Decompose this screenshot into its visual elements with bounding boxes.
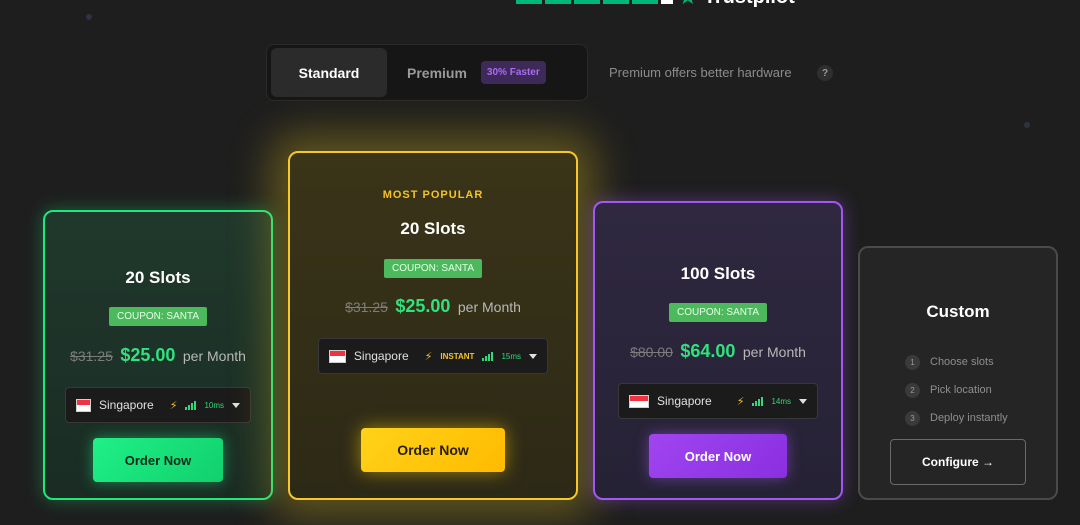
- custom-plan-title: Custom: [926, 302, 990, 321]
- background-dot: [86, 14, 92, 20]
- billing-period: per Month: [457, 299, 521, 315]
- plan-slots: 100 Slots: [680, 264, 756, 283]
- ping-value: 15ms: [501, 351, 521, 361]
- original-price: $80.00: [630, 344, 673, 360]
- discounted-price: $25.00: [395, 296, 451, 316]
- chevron-down-icon: [232, 402, 240, 408]
- plan-price: $31.25 $25.00 per Month: [290, 296, 576, 317]
- step-item: 1 Choose slots: [905, 348, 1008, 376]
- ping-value: 10ms: [204, 400, 224, 410]
- bolt-icon: ⚡: [736, 395, 745, 408]
- step-item: 3 Deploy instantly: [905, 404, 1008, 432]
- plan-card-100-slots: 100 Slots COUPON: SANTA $80.00 $64.00 pe…: [593, 201, 843, 500]
- plan-card-custom: Custom 1 Choose slots 2 Pick location 3 …: [858, 246, 1058, 500]
- step-item: 2 Pick location: [905, 376, 1008, 404]
- step-number: 2: [905, 382, 920, 398]
- original-price: $31.25: [70, 348, 113, 364]
- star-icon: [661, 0, 673, 4]
- signal-icon: [752, 396, 764, 406]
- bolt-icon: ⚡: [424, 350, 433, 363]
- location-name: Singapore: [657, 394, 712, 408]
- trustpilot-logo[interactable]: ★ Trustpilot: [678, 0, 795, 8]
- step-text: Deploy instantly: [930, 412, 1008, 424]
- location-select[interactable]: Singapore ⚡ INSTANT 15ms: [318, 338, 548, 374]
- instant-label: INSTANT: [440, 351, 475, 361]
- chevron-down-icon: [799, 398, 807, 404]
- original-price: $31.25: [345, 299, 388, 315]
- billing-period: per Month: [182, 348, 246, 364]
- singapore-flag-icon: [329, 349, 346, 363]
- step-number: 1: [905, 354, 920, 370]
- order-now-button[interactable]: Order Now: [649, 434, 787, 478]
- tab-standard[interactable]: Standard: [271, 48, 387, 97]
- star-icon: [574, 0, 600, 4]
- configure-button[interactable]: Configure →: [890, 439, 1026, 485]
- order-now-button[interactable]: Order Now: [93, 438, 223, 482]
- tab-premium[interactable]: Premium 30% Faster: [387, 48, 583, 97]
- singapore-flag-icon: [76, 398, 91, 412]
- star-icon: [632, 0, 658, 4]
- location-select[interactable]: Singapore ⚡ 10ms: [65, 387, 251, 423]
- trustpilot-rating-stars: [516, 0, 673, 4]
- location-name: Singapore: [353, 349, 409, 363]
- plan-card-20-slots: 20 Slots COUPON: SANTA $31.25 $25.00 per…: [43, 210, 273, 500]
- star-icon: [545, 0, 571, 4]
- plan-slots: 20 Slots: [125, 268, 191, 287]
- plan-price: $31.25 $25.00 per Month: [45, 345, 271, 366]
- plan-slots: 20 Slots: [400, 219, 466, 238]
- premium-hint-text: Premium offers better hardware: [609, 65, 792, 80]
- trustpilot-star-icon: ★: [678, 0, 698, 8]
- tab-premium-label: Premium: [407, 64, 467, 81]
- coupon-badge: COUPON: SANTA: [668, 303, 768, 322]
- location-name: Singapore: [98, 398, 154, 412]
- location-select[interactable]: Singapore ⚡ 14ms: [618, 383, 818, 419]
- step-number: 3: [905, 410, 920, 426]
- chevron-down-icon: [529, 353, 537, 359]
- plan-tier-toggle: Standard Premium 30% Faster: [266, 44, 588, 101]
- most-popular-tag: MOST POPULAR: [382, 189, 484, 201]
- order-now-button[interactable]: Order Now: [361, 428, 505, 472]
- step-text: Pick location: [930, 384, 992, 396]
- plan-price: $80.00 $64.00 per Month: [595, 341, 841, 362]
- billing-period: per Month: [742, 344, 806, 360]
- star-icon: [603, 0, 629, 4]
- discounted-price: $25.00: [120, 345, 176, 365]
- step-text: Choose slots: [930, 356, 994, 368]
- coupon-badge: COUPON: SANTA: [383, 259, 483, 278]
- custom-steps-list: 1 Choose slots 2 Pick location 3 Deploy …: [905, 348, 1008, 432]
- signal-icon: [185, 400, 197, 410]
- star-icon: [516, 0, 542, 4]
- background-dot: [1024, 122, 1030, 128]
- premium-speed-badge: 30% Faster: [480, 61, 546, 84]
- plan-card-most-popular: MOST POPULAR 20 Slots COUPON: SANTA $31.…: [288, 151, 578, 500]
- help-icon[interactable]: ?: [817, 65, 833, 81]
- bolt-icon: ⚡: [169, 399, 178, 412]
- coupon-badge: COUPON: SANTA: [108, 307, 208, 326]
- singapore-flag-icon: [629, 394, 649, 408]
- signal-icon: [482, 351, 494, 361]
- ping-value: 14ms: [771, 396, 791, 406]
- trustpilot-wordmark: Trustpilot: [704, 0, 795, 8]
- discounted-price: $64.00: [680, 341, 736, 361]
